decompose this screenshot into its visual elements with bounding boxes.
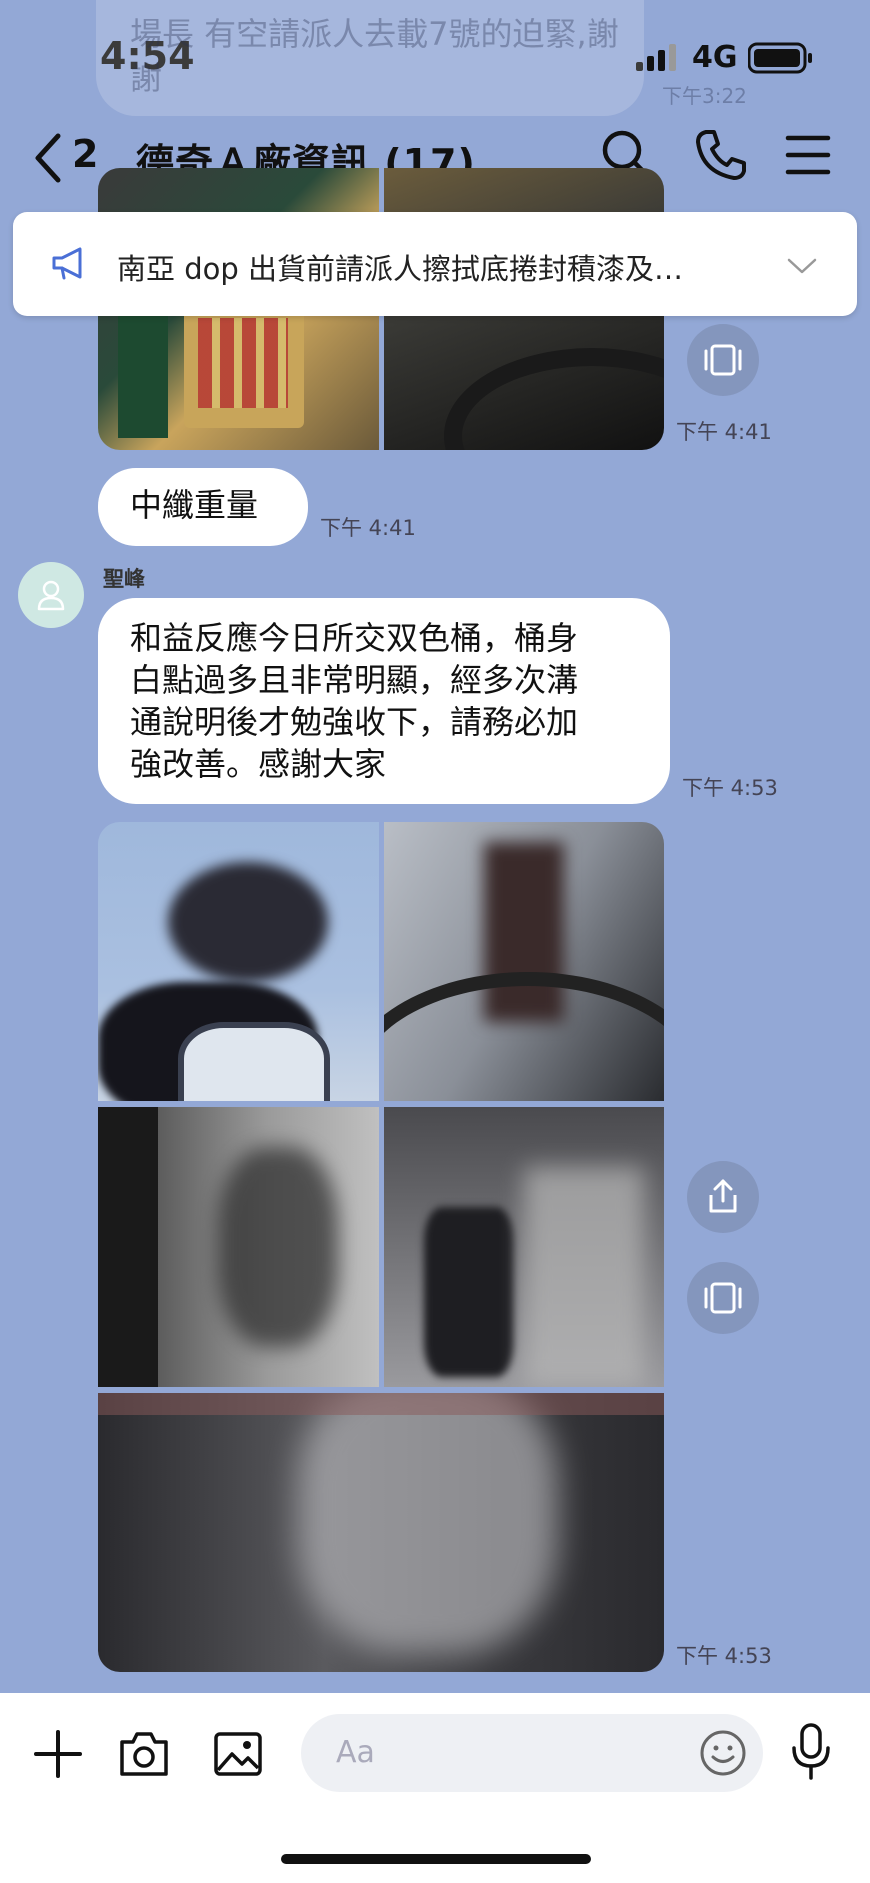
message-input-placeholder: Aa	[336, 1735, 375, 1770]
battery-icon	[748, 42, 812, 74]
emoji-icon[interactable]	[698, 1728, 748, 1778]
message-time: 下午 4:53	[676, 1644, 772, 1668]
menu-icon[interactable]	[782, 128, 836, 182]
message-line: 通說明後才勉強收下，請務必加	[130, 703, 579, 741]
photo-thumbnail[interactable]	[98, 822, 379, 1101]
photo-thumbnail[interactable]	[384, 1107, 664, 1387]
home-indicator	[281, 1854, 591, 1864]
microphone-icon[interactable]	[790, 1722, 832, 1782]
phone-icon[interactable]	[694, 128, 748, 182]
message-time: 下午 4:53	[682, 776, 778, 800]
announcement-text[interactable]: 南亞 dop 出貨前請派人擦拭底捲封積漆及…	[117, 246, 683, 288]
message-line: 白點過多且非常明顯，經多次溝	[130, 661, 579, 699]
chevron-down-icon[interactable]	[786, 256, 818, 276]
user-placeholder-icon	[37, 580, 65, 611]
back-unread-count[interactable]: 2	[72, 132, 98, 176]
message-text: 中纖重量	[130, 486, 259, 524]
message-time: 下午 4:41	[320, 516, 416, 540]
photo-thumbnail[interactable]	[384, 822, 664, 1101]
message-line: 和益反應今日所交双色桶，桶身	[130, 619, 579, 657]
share-icon	[709, 1179, 737, 1213]
photo-thumbnail[interactable]	[98, 1393, 664, 1672]
photo-thumbnail[interactable]	[98, 1107, 379, 1387]
previous-message-time: 下午3:22	[662, 84, 747, 108]
slideshow-icon	[704, 1282, 742, 1314]
slideshow-icon	[704, 344, 742, 376]
network-type: 4G	[692, 40, 738, 75]
message-time: 下午 4:41	[676, 420, 772, 444]
camera-icon[interactable]	[118, 1728, 170, 1780]
megaphone-icon	[52, 247, 82, 280]
image-icon[interactable]	[212, 1728, 264, 1780]
sender-name: 聖峰	[103, 567, 145, 591]
previous-message-text: 場長 有空請派人去載7號的迫緊,謝謝	[130, 15, 619, 97]
message-line: 強改善。感謝大家	[130, 745, 387, 783]
plus-icon[interactable]	[32, 1728, 84, 1780]
